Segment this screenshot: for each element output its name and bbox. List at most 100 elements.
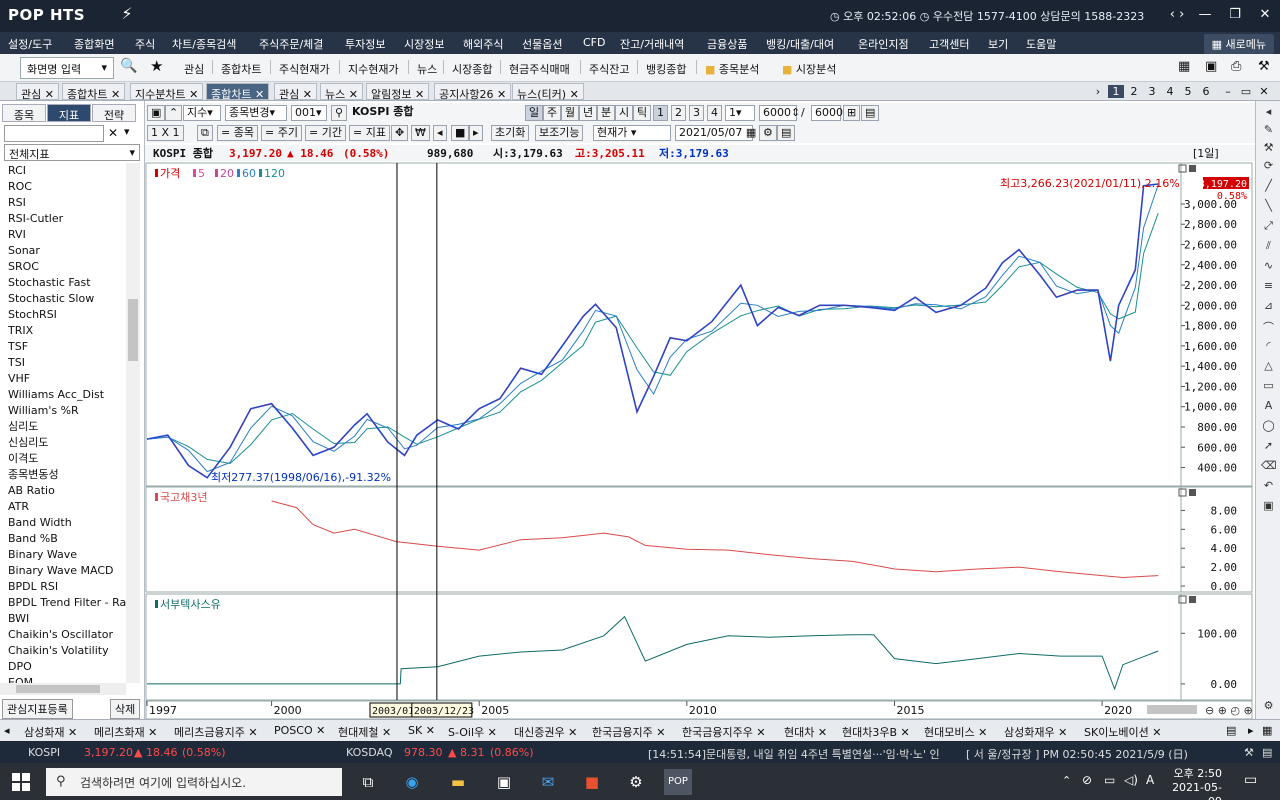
toolbar-link[interactable]: 시장종합 [452, 61, 492, 77]
clear-icon[interactable]: ✕ [108, 126, 118, 140]
index-type-select[interactable]: 지수▾ [183, 105, 221, 121]
period-hour[interactable]: 시 [615, 105, 634, 121]
period-year[interactable]: 년 [579, 105, 598, 121]
indicator-item[interactable]: VHF [0, 371, 126, 387]
maximize-icon[interactable]: ❐ [1220, 4, 1250, 26]
indicator-item[interactable]: ROC [0, 179, 126, 195]
info-icon[interactable]: ▤ [1262, 746, 1272, 759]
cycle-icon[interactable]: ⌒ [1261, 319, 1276, 334]
menu-item[interactable]: 설정/도구 [8, 36, 52, 52]
folder-link[interactable]: ■ 종목분석 [705, 61, 759, 77]
network-icon[interactable]: ⊘ [1082, 773, 1092, 787]
settings-icon[interactable]: ⚙ [1261, 699, 1276, 714]
indicator-item[interactable]: TRIX [0, 323, 126, 339]
window-tab-active[interactable]: 종합차트 ✕ [206, 83, 270, 101]
save-icon[interactable]: ▤ [861, 105, 880, 121]
stock-tab[interactable]: SK ✕ [408, 724, 435, 737]
indicator-item[interactable]: BPDL RSI [0, 579, 126, 595]
menu-item[interactable]: 도움말 [1026, 36, 1056, 52]
indicator-item[interactable]: AB Ratio [0, 483, 126, 499]
tray-up-icon[interactable]: ⌃ [1062, 774, 1071, 787]
indicator-item[interactable]: Chaikin's Volatility [0, 643, 126, 659]
indicator-item[interactable]: William's %R [0, 403, 126, 419]
select-icon[interactable]: ▣ [1261, 499, 1276, 514]
task-view-icon[interactable]: ⧉ [354, 769, 382, 795]
period-day[interactable]: 일 [525, 105, 544, 121]
indicator-item[interactable]: TSF [0, 339, 126, 355]
menu-item[interactable]: 잔고/거래내역 [620, 36, 684, 52]
menu-item[interactable]: 선물옵션 [522, 36, 562, 52]
dropdown-icon[interactable]: ▾ [124, 125, 130, 138]
sync-period-button[interactable]: = 주기 [261, 125, 302, 141]
scrollbar-thumb[interactable] [128, 299, 138, 361]
menu-item[interactable]: 해외주식 [463, 36, 503, 52]
undo-icon[interactable]: ↶ [1261, 479, 1276, 494]
indicator-item[interactable]: Band Width [0, 515, 126, 531]
mail-icon[interactable]: ✉ [534, 769, 562, 795]
menu-item[interactable]: 온라인지점 [858, 36, 909, 52]
stop-icon[interactable]: ■ [451, 125, 470, 141]
arrow-left-icon[interactable]: ◂ [1261, 105, 1276, 120]
tool-icon[interactable]: ⚒ [1261, 141, 1276, 156]
indicator-item[interactable]: Chaikin's Oscillator [0, 627, 126, 643]
crosshair-icon[interactable]: ✥ [391, 125, 409, 141]
stock-prev-icon[interactable]: ◂ [4, 724, 10, 737]
window-tab[interactable]: 공지사항26 ✕ [434, 83, 512, 101]
store-icon[interactable]: ▣ [490, 769, 518, 795]
indicator-item[interactable]: EOM [0, 675, 126, 683]
taskbar-clock[interactable]: 오후 2:50 2021-05-09 [1170, 767, 1222, 809]
page-tab[interactable]: 5 [1180, 85, 1196, 98]
window-close-icon[interactable]: ✕ [1256, 85, 1272, 98]
rect-icon[interactable]: ▭ [1261, 379, 1276, 394]
period-week[interactable]: 주 [543, 105, 562, 121]
stock-tab[interactable]: 현대제철 ✕ [338, 724, 391, 740]
stock-menu-icon[interactable]: ▤ [1226, 724, 1236, 737]
count-input[interactable]: 6000⇕ [759, 105, 800, 121]
indicator-item[interactable]: DPO [0, 659, 126, 675]
folder-link[interactable]: ■ 시장분석 [782, 61, 836, 77]
num-button[interactable]: 4 [707, 105, 722, 121]
volume-icon[interactable]: ◁) [1124, 773, 1138, 787]
fibo-icon[interactable]: ≡ [1261, 279, 1276, 294]
menu-item[interactable]: 시장정보 [404, 36, 444, 52]
kosdaq-label[interactable]: KOSDAQ [346, 746, 393, 759]
app-icon[interactable]: ⚙ [622, 769, 650, 795]
window-tab[interactable]: 지수분차트 ✕ [130, 83, 204, 101]
calculator-icon[interactable]: ▦ [1178, 59, 1190, 74]
tab-strategy[interactable]: 전략 [92, 104, 136, 122]
trend-icon[interactable]: ⤢ [1261, 219, 1276, 234]
num-button[interactable]: 3 [689, 105, 704, 121]
page-tab[interactable]: 4 [1162, 85, 1178, 98]
arc-icon[interactable]: ◜ [1261, 339, 1276, 354]
indicator-item[interactable]: StochRSI [0, 307, 126, 323]
horizontal-scrollbar[interactable] [0, 683, 126, 695]
indicator-item[interactable]: RVI [0, 227, 126, 243]
indicator-item[interactable]: 심리도 [0, 419, 126, 435]
window-tab[interactable]: 관심 ✕ [274, 83, 317, 101]
indicator-item[interactable]: RSI [0, 195, 126, 211]
triangle-icon[interactable]: △ [1261, 359, 1276, 374]
ellipse-icon[interactable]: ◯ [1261, 419, 1276, 434]
stock-list-icon[interactable]: ▦ [1262, 724, 1272, 737]
window-tab[interactable]: 종합차트 ✕ [62, 83, 126, 101]
wave-icon[interactable]: ∿ [1261, 259, 1276, 274]
indicator-search-input[interactable] [4, 125, 104, 142]
stock-tab[interactable]: 현대차3우B ✕ [842, 724, 910, 740]
language-indicator[interactable]: A [1146, 773, 1154, 787]
windows-start-icon[interactable] [12, 773, 30, 791]
stock-tab[interactable]: S-Oil우 ✕ [448, 724, 497, 740]
count-input-2[interactable]: 6000 [811, 105, 843, 121]
menu-item[interactable]: 주식주문/체결 [259, 36, 323, 52]
gann-icon[interactable]: ⊿ [1261, 299, 1276, 314]
num-button[interactable]: 2 [671, 105, 686, 121]
text-icon[interactable]: A [1261, 399, 1276, 414]
notification-icon[interactable]: ▭ [1244, 772, 1257, 788]
settings-icon[interactable]: ⚙ [759, 125, 777, 141]
prev-icon[interactable]: ◂ [433, 125, 447, 141]
indicator-item[interactable]: Binary Wave MACD [0, 563, 126, 579]
indicator-item[interactable]: 신심리도 [0, 435, 126, 451]
won-icon[interactable]: ₩ [411, 125, 430, 141]
toolbar-link[interactable]: 관심 [184, 61, 204, 77]
printer-icon[interactable]: ⎙ [1231, 59, 1241, 74]
taskbar-search-input[interactable]: 검색하려면 여기에 입력하십시오. [46, 768, 342, 796]
